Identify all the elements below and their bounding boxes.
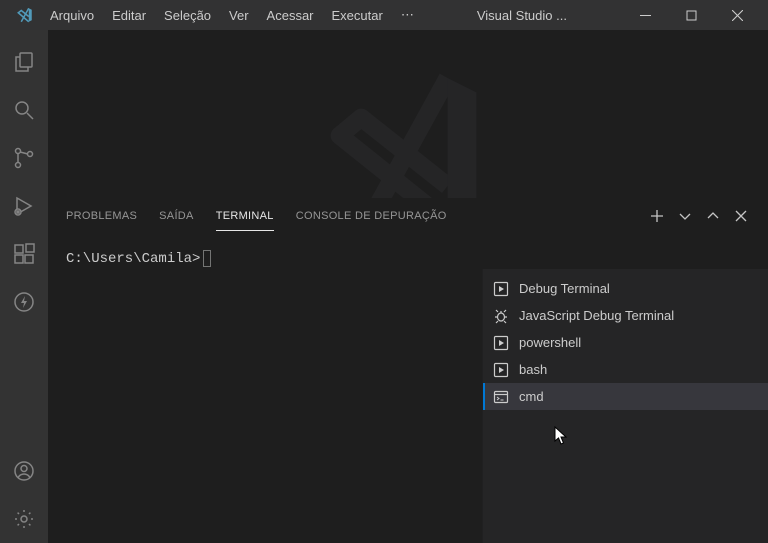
tab-terminal[interactable]: TERMINAL xyxy=(216,202,274,231)
menu-arquivo[interactable]: Arquivo xyxy=(42,4,102,27)
terminal-profile-label: powershell xyxy=(519,335,581,350)
terminal-profile-label: JavaScript Debug Terminal xyxy=(519,308,674,323)
terminal-profile-label: Debug Terminal xyxy=(519,281,610,296)
panel-maximize-icon[interactable] xyxy=(704,207,722,225)
terminal-prompt: C:\Users\Camila> xyxy=(66,251,200,267)
terminal-profile-label: cmd xyxy=(519,389,544,404)
explorer-icon[interactable] xyxy=(0,38,48,86)
tab-output[interactable]: SAÍDA xyxy=(159,202,194,230)
terminal-profile-item[interactable]: JavaScript Debug Terminal xyxy=(483,302,768,329)
menu-executar[interactable]: Executar xyxy=(324,4,391,27)
source-control-icon[interactable] xyxy=(0,134,48,182)
menu-editar[interactable]: Editar xyxy=(104,4,154,27)
menu-acessar[interactable]: Acessar xyxy=(259,4,322,27)
terminal-profile-item[interactable]: Debug Terminal xyxy=(483,275,768,302)
vscode-logo-icon xyxy=(16,6,34,24)
activity-bar xyxy=(0,30,48,543)
play-box-icon xyxy=(493,362,509,378)
panel-tabs: PROBLEMAS SAÍDA TERMINAL CONSOLE DE DEPU… xyxy=(48,199,768,234)
play-box-icon xyxy=(493,335,509,351)
close-window-button[interactable] xyxy=(714,0,760,30)
editor-empty-area xyxy=(48,30,768,198)
tab-problems[interactable]: PROBLEMAS xyxy=(66,202,137,230)
menu-ver[interactable]: Ver xyxy=(221,4,257,27)
window-title: Visual Studio ... xyxy=(422,8,622,23)
search-icon[interactable] xyxy=(0,86,48,134)
extensions-icon[interactable] xyxy=(0,230,48,278)
menu-bar: Arquivo Editar Seleção Ver Acessar Execu… xyxy=(42,3,422,27)
vscode-watermark-icon xyxy=(318,60,498,198)
settings-gear-icon[interactable] xyxy=(0,495,48,543)
terminal-caret xyxy=(203,250,211,267)
menu-selecao[interactable]: Seleção xyxy=(156,4,219,27)
terminal-profile-label: bash xyxy=(519,362,547,377)
run-debug-icon[interactable] xyxy=(0,182,48,230)
tab-debug-console[interactable]: CONSOLE DE DEPURAÇÃO xyxy=(296,202,447,230)
panel-close-icon[interactable] xyxy=(732,207,750,225)
menu-overflow-icon[interactable]: ⋯ xyxy=(393,3,422,27)
terminal-profile-item[interactable]: cmd xyxy=(483,383,768,410)
terminal-dropdown-icon[interactable] xyxy=(676,207,694,225)
play-box-icon xyxy=(493,281,509,297)
new-terminal-icon[interactable] xyxy=(648,207,666,225)
terminal-profile-item[interactable]: powershell xyxy=(483,329,768,356)
thunder-icon[interactable] xyxy=(0,278,48,326)
bug-icon xyxy=(493,308,509,324)
minimize-button[interactable] xyxy=(622,0,668,30)
bottom-panel: PROBLEMAS SAÍDA TERMINAL CONSOLE DE DEPU… xyxy=(48,198,768,543)
maximize-button[interactable] xyxy=(668,0,714,30)
terminal-profile-item[interactable]: bash xyxy=(483,356,768,383)
title-bar: Arquivo Editar Seleção Ver Acessar Execu… xyxy=(0,0,768,30)
cmd-icon xyxy=(493,389,509,405)
account-icon[interactable] xyxy=(0,447,48,495)
terminal-profile-menu: Debug Terminal JavaScript Debug Terminal… xyxy=(482,269,768,543)
